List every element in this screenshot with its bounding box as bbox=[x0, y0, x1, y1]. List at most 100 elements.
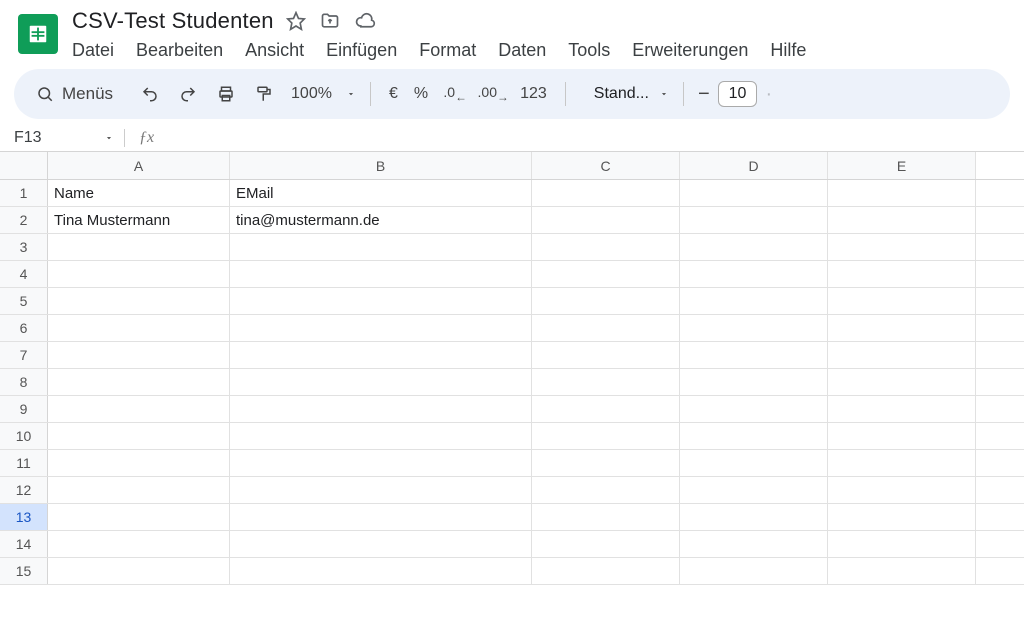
cell[interactable] bbox=[828, 288, 976, 314]
cell[interactable] bbox=[680, 207, 828, 233]
cell[interactable] bbox=[48, 261, 230, 287]
cell[interactable] bbox=[48, 450, 230, 476]
sheets-logo[interactable] bbox=[18, 14, 58, 54]
cell[interactable] bbox=[48, 477, 230, 503]
cell[interactable] bbox=[532, 180, 680, 206]
cell[interactable] bbox=[828, 531, 976, 557]
menu-erweiterungen[interactable]: Erweiterungen bbox=[632, 40, 748, 61]
cell[interactable] bbox=[680, 396, 828, 422]
cell[interactable] bbox=[828, 369, 976, 395]
row-header[interactable]: 7 bbox=[0, 342, 48, 368]
cell[interactable] bbox=[230, 423, 532, 449]
cell[interactable] bbox=[532, 396, 680, 422]
cell[interactable] bbox=[230, 315, 532, 341]
menu-format[interactable]: Format bbox=[419, 40, 476, 61]
cell[interactable] bbox=[532, 342, 680, 368]
cell[interactable] bbox=[828, 396, 976, 422]
cell[interactable]: EMail bbox=[230, 180, 532, 206]
cell[interactable] bbox=[532, 234, 680, 260]
cell[interactable] bbox=[230, 369, 532, 395]
cell[interactable] bbox=[230, 234, 532, 260]
cell[interactable]: tina@mustermann.de bbox=[230, 207, 532, 233]
cell[interactable] bbox=[828, 261, 976, 287]
cell[interactable] bbox=[828, 504, 976, 530]
print-button[interactable] bbox=[211, 79, 241, 109]
cell[interactable] bbox=[532, 369, 680, 395]
increase-decimal-button[interactable]: .00→ bbox=[478, 79, 508, 109]
cell[interactable] bbox=[48, 288, 230, 314]
cell[interactable] bbox=[230, 342, 532, 368]
cell[interactable] bbox=[680, 234, 828, 260]
cell[interactable] bbox=[680, 342, 828, 368]
cell[interactable] bbox=[48, 558, 230, 584]
row-header[interactable]: 4 bbox=[0, 261, 48, 287]
cell[interactable]: Tina Mustermann bbox=[48, 207, 230, 233]
redo-button[interactable] bbox=[173, 79, 203, 109]
cell[interactable] bbox=[828, 423, 976, 449]
cell[interactable] bbox=[48, 315, 230, 341]
cell[interactable] bbox=[532, 261, 680, 287]
cell[interactable] bbox=[532, 288, 680, 314]
select-all-corner[interactable] bbox=[0, 152, 48, 179]
row-header[interactable]: 6 bbox=[0, 315, 48, 341]
cell[interactable] bbox=[230, 477, 532, 503]
font-size-decrease[interactable]: − bbox=[698, 83, 710, 106]
cell[interactable] bbox=[532, 450, 680, 476]
cell[interactable] bbox=[532, 558, 680, 584]
row-header[interactable]: 9 bbox=[0, 396, 48, 422]
column-header-E[interactable]: E bbox=[828, 152, 976, 179]
currency-button[interactable]: € bbox=[385, 85, 402, 103]
cell[interactable] bbox=[680, 369, 828, 395]
cell[interactable] bbox=[230, 450, 532, 476]
cell[interactable] bbox=[828, 558, 976, 584]
decrease-decimal-button[interactable]: .0← bbox=[440, 79, 470, 109]
cloud-status-icon[interactable] bbox=[354, 11, 376, 31]
row-header[interactable]: 5 bbox=[0, 288, 48, 314]
cell[interactable] bbox=[532, 504, 680, 530]
row-header[interactable]: 14 bbox=[0, 531, 48, 557]
row-header[interactable]: 11 bbox=[0, 450, 48, 476]
menu-hilfe[interactable]: Hilfe bbox=[770, 40, 806, 61]
row-header[interactable]: 3 bbox=[0, 234, 48, 260]
cell[interactable] bbox=[828, 477, 976, 503]
cell[interactable] bbox=[532, 423, 680, 449]
cell[interactable] bbox=[828, 207, 976, 233]
cell[interactable] bbox=[48, 531, 230, 557]
menu-daten[interactable]: Daten bbox=[498, 40, 546, 61]
cell[interactable] bbox=[48, 369, 230, 395]
cell[interactable] bbox=[532, 207, 680, 233]
cell[interactable] bbox=[48, 342, 230, 368]
cell[interactable] bbox=[828, 315, 976, 341]
percent-button[interactable]: % bbox=[410, 85, 432, 103]
row-header[interactable]: 15 bbox=[0, 558, 48, 584]
cell[interactable] bbox=[680, 531, 828, 557]
doc-title[interactable]: CSV-Test Studenten bbox=[72, 8, 274, 34]
row-header[interactable]: 1 bbox=[0, 180, 48, 206]
cell[interactable] bbox=[532, 315, 680, 341]
cell[interactable] bbox=[680, 423, 828, 449]
menu-datei[interactable]: Datei bbox=[72, 40, 114, 61]
cell[interactable] bbox=[230, 531, 532, 557]
move-icon[interactable] bbox=[320, 11, 340, 31]
column-header-B[interactable]: B bbox=[230, 152, 532, 179]
row-header[interactable]: 12 bbox=[0, 477, 48, 503]
name-box[interactable]: F13 bbox=[14, 129, 124, 147]
font-size-increase[interactable]: · bbox=[765, 83, 772, 106]
cell[interactable] bbox=[48, 423, 230, 449]
cell[interactable] bbox=[532, 477, 680, 503]
undo-button[interactable] bbox=[135, 79, 165, 109]
menu-einfuegen[interactable]: Einfügen bbox=[326, 40, 397, 61]
menus-search[interactable]: Menüs bbox=[32, 80, 127, 108]
cell[interactable] bbox=[680, 315, 828, 341]
cell[interactable] bbox=[230, 504, 532, 530]
cell[interactable] bbox=[828, 450, 976, 476]
cell[interactable] bbox=[48, 234, 230, 260]
zoom-dropdown[interactable]: 100% bbox=[287, 85, 356, 103]
cell[interactable] bbox=[680, 504, 828, 530]
column-header-A[interactable]: A bbox=[48, 152, 230, 179]
cell[interactable] bbox=[230, 261, 532, 287]
row-header[interactable]: 8 bbox=[0, 369, 48, 395]
font-dropdown[interactable]: Stand... bbox=[594, 85, 649, 103]
cell[interactable] bbox=[48, 396, 230, 422]
menu-tools[interactable]: Tools bbox=[568, 40, 610, 61]
